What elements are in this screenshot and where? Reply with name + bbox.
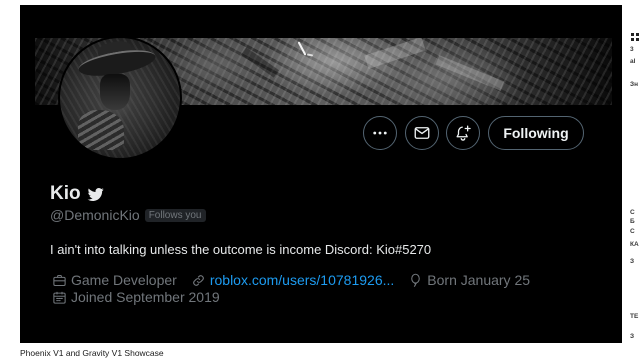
profile-meta-row: Game Developer roblox.com/users/10781926… [52,271,544,289]
video-player[interactable]: Following Kio @DemonicKio Follows you I … [20,5,622,343]
meta-item-birthday: Born January 25 [408,271,530,289]
profile-handle: @DemonicKio [50,207,140,223]
right-sidebar-edge: 3 al Зн С Б С КА З ТЕ З [626,0,640,360]
calendar-icon [52,290,67,305]
avatar-art-face [100,74,130,110]
banner-art-shard [435,55,505,91]
sidebar-fragment: 3 [630,46,634,53]
sidebar-fragment: Зн [630,81,638,88]
banner-art-shard [241,47,279,78]
profile-avatar[interactable] [58,36,182,160]
banner-art-shard [364,38,426,69]
sidebar-fragment: ТЕ [630,313,639,320]
sidebar-fragment: КА [630,241,639,248]
video-title[interactable]: Phoenix V1 and Gravity V1 Showcase [20,348,164,359]
sidebar-fragment: Б [630,218,635,225]
meta-item-profession: Game Developer [52,271,177,289]
balloon-icon [408,273,423,288]
video-page: Following Kio @DemonicKio Follows you I … [0,0,640,360]
profile-bio: I ain't into talking unless the outcome … [50,242,432,257]
sidebar-fragment: З [630,258,635,265]
joined-text: Joined September 2019 [71,289,220,305]
sidebar-fragment: С [630,228,635,235]
website-link[interactable]: roblox.com/users/10781926... [210,271,394,289]
briefcase-icon [52,273,67,288]
message-button[interactable] [405,116,439,150]
follows-you-badge: Follows you [144,208,206,222]
mail-icon [413,124,431,142]
following-button[interactable]: Following [488,116,584,150]
meta-item-website: roblox.com/users/10781926... [191,271,394,289]
grid-icon[interactable] [631,33,639,41]
notifications-button[interactable] [446,116,480,150]
avatar-art-armor [78,110,124,150]
profession-text: Game Developer [71,272,177,288]
bird-icon [87,186,104,203]
profile-name: Kio [50,183,81,204]
sidebar-fragment: С [630,209,635,216]
banner-art-streak [297,41,307,56]
banner-art-streak [306,53,314,57]
birthday-text: Born January 25 [427,272,531,288]
profile-name-row: Kio [50,183,104,205]
profile-handle-row: @DemonicKio Follows you [50,206,206,224]
bell-plus-icon [454,124,472,142]
sidebar-fragment: З [630,333,635,340]
sidebar-fragment: al [630,58,636,65]
more-button[interactable] [363,116,397,150]
more-icon [371,124,389,142]
meta-item-joined: Joined September 2019 [52,288,220,306]
link-icon [191,273,206,288]
profile-meta-row: Joined September 2019 [52,288,234,306]
